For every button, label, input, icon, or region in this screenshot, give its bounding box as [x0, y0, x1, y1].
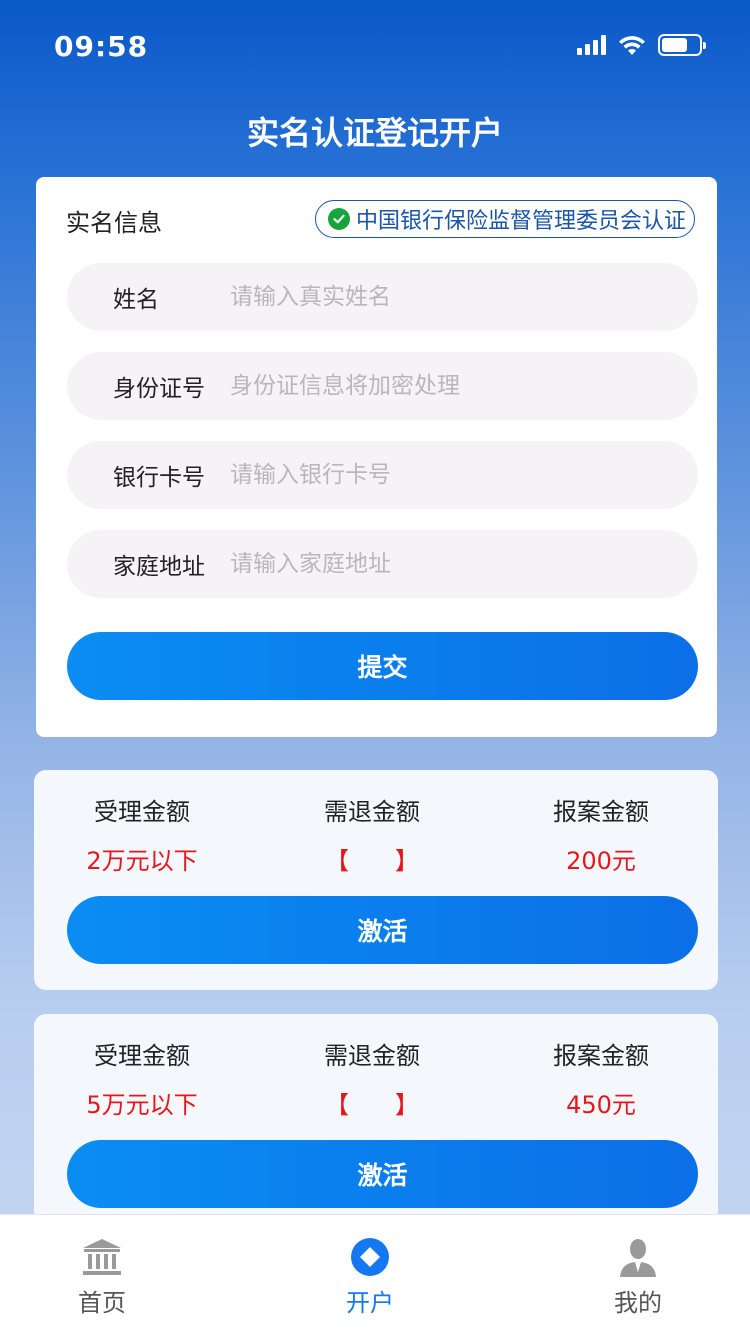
bank-icon — [83, 1239, 121, 1275]
cellular-signal-icon — [577, 35, 606, 55]
home-address-field: 家庭地址 — [67, 530, 698, 598]
plan-value: 200元 — [566, 847, 636, 875]
submit-button[interactable]: 提交 — [67, 632, 698, 700]
page-title: 实名认证登记开户 — [246, 114, 503, 152]
plan-column: 报案金额 450元 — [501, 1036, 701, 1120]
wifi-icon — [619, 36, 645, 55]
bank-card-input[interactable] — [230, 462, 670, 488]
plan-header: 报案金额 — [553, 798, 649, 826]
plan-column: 需退金额 【 】 — [272, 1036, 472, 1120]
plan-card: 受理金额 2万元以下 需退金额 【 】 报案金额 200元 激活 — [34, 770, 718, 990]
plan-card: 受理金额 5万元以下 需退金额 【 】 报案金额 450元 激活 — [34, 1014, 718, 1234]
status-bar: 09:58 — [0, 0, 750, 92]
status-icons — [577, 34, 706, 56]
certification-text: 中国银行保险监督管理委员会认证 — [355, 209, 686, 234]
real-name-form-card: 实名信息 中国银行保险监督管理委员会认证 姓名 身份证号 银行卡号 家庭地址 提… — [36, 177, 717, 737]
check-icon — [327, 208, 350, 230]
plan-column: 需退金额 【 】 — [272, 792, 472, 876]
tab-home[interactable]: 首页 — [42, 1237, 162, 1318]
tab-label: 首页 — [78, 1289, 126, 1317]
name-input[interactable] — [230, 284, 670, 310]
tab-mine[interactable]: 我的 — [578, 1237, 698, 1318]
name-field: 姓名 — [67, 263, 698, 331]
user-icon — [620, 1239, 656, 1277]
plan-header: 需退金额 — [324, 798, 420, 826]
activate-button[interactable]: 激活 — [67, 896, 698, 964]
tab-label: 开户 — [346, 1289, 394, 1317]
section-title: 实名信息 — [66, 209, 162, 237]
tab-open-account[interactable]: 开户 — [310, 1237, 430, 1318]
tab-label: 我的 — [614, 1289, 662, 1317]
field-label: 家庭地址 — [113, 554, 205, 580]
plan-column: 受理金额 2万元以下 — [42, 792, 242, 876]
plan-value: 5万元以下 — [86, 1091, 198, 1119]
field-label: 银行卡号 — [113, 465, 205, 491]
plan-header: 报案金额 — [553, 1042, 649, 1070]
battery-icon — [658, 34, 706, 56]
plan-value: 2万元以下 — [86, 847, 198, 875]
home-address-input[interactable] — [230, 551, 670, 577]
activate-button[interactable]: 激活 — [67, 1140, 698, 1208]
plan-column: 报案金额 200元 — [501, 792, 701, 876]
plan-column: 受理金额 5万元以下 — [42, 1036, 242, 1120]
id-number-field: 身份证号 — [67, 352, 698, 420]
bank-card-field: 银行卡号 — [67, 441, 698, 509]
plan-value: 【 】 — [325, 1091, 419, 1119]
field-label: 身份证号 — [113, 376, 205, 402]
field-label: 姓名 — [113, 287, 159, 313]
status-time: 09:58 — [54, 30, 149, 63]
id-number-input[interactable] — [230, 373, 670, 399]
plan-header: 受理金额 — [94, 798, 190, 826]
plan-header: 受理金额 — [94, 1042, 190, 1070]
plan-header: 需退金额 — [324, 1042, 420, 1070]
plan-value: 450元 — [566, 1091, 636, 1119]
certification-badge: 中国银行保险监督管理委员会认证 — [314, 200, 695, 238]
diamond-circle-icon — [351, 1238, 389, 1276]
bottom-tab-bar: 首页 开户 我的 — [0, 1214, 750, 1338]
plan-value: 【 】 — [325, 847, 419, 875]
